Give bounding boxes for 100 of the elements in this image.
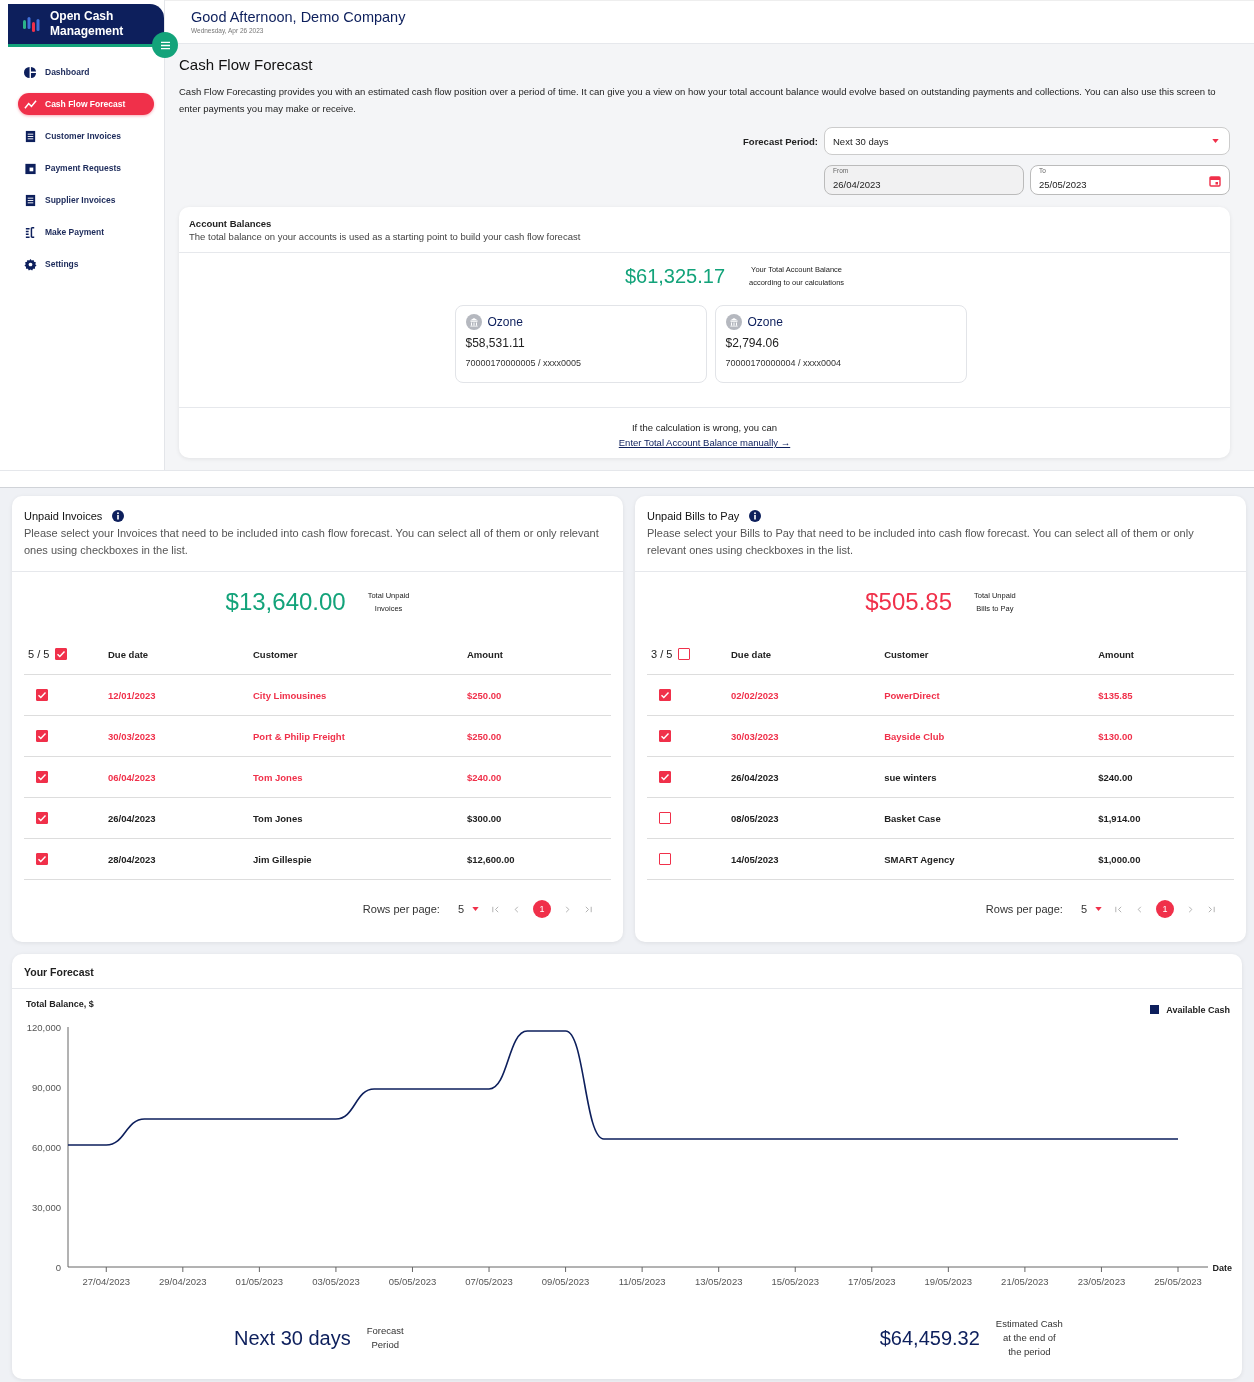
table-cell: City Limousines [253,689,327,701]
account-number: 70000170000004 / xxxx0004 [725,358,843,368]
document-icon [24,129,37,143]
column-header: Customer [253,648,298,660]
table-cell: $1,000.00 [1098,853,1141,865]
last-page-icon[interactable] [1207,904,1216,914]
caret-icon [472,907,479,911]
row-checkbox[interactable] [659,730,671,743]
column-header: Due date [731,648,772,660]
x-tick-label: 03/05/2023 [312,1276,360,1287]
card-title: Unpaid Bills to Pay [647,510,740,522]
row-checkbox[interactable] [36,771,48,784]
column-header: Customer [884,648,929,660]
calendar-icon [1209,175,1221,187]
pie-chart-icon [24,65,37,79]
row-checkbox[interactable] [659,812,671,825]
y-tick-label: 90,000 [31,1082,61,1093]
x-tick-label: 27/04/2023 [82,1276,131,1287]
table-cell: 30/03/2023 [108,730,156,742]
column-header: Amount [1098,648,1135,660]
table-cell: $130.00 [1098,730,1133,742]
estimated-cash-value: $64,459.32 [879,1326,980,1350]
legend-label: Available Cash [1166,1005,1230,1015]
forecast-period-dropdown[interactable]: Next 30 days [824,127,1230,155]
card-description: Please select your Bills to Pay that need to be included into cash flow forecast. You can select all of them or only relevant ones using checkboxes in the list. [647,526,1195,558]
table-cell: $12,600.00 [467,853,515,865]
rows-per-page-select[interactable]: 5 [1080,903,1102,915]
selected-count: 5 / 5 [28,648,50,661]
total-amount: $505.85 [865,588,953,616]
table-cell: SMART Agency [884,853,955,865]
nav-item[interactable]: Supplier Invoices [18,189,154,211]
card-title: Account Balances [189,218,273,229]
x-tick-label: 01/05/2023 [235,1276,284,1287]
table-cell: 08/05/2023 [731,812,779,824]
total-amount: $13,640.00 [225,588,346,616]
page-number-button[interactable]: 1 [1156,900,1174,918]
rows-per-page-label: Rows per page: [362,903,440,915]
table-cell: Tom Jones [253,771,303,783]
row-checkbox[interactable] [659,771,671,784]
select-all-checkbox[interactable] [678,648,691,661]
rows-per-page-label: Rows per page: [985,903,1063,915]
table-cell: $240.00 [467,771,502,783]
forecast-period-value: Next 30 days [234,1326,351,1350]
info-icon[interactable] [749,510,762,522]
account-number: 70000170000005 / xxxx0005 [465,358,583,368]
table-cell: Jim Gillespie [253,853,312,865]
x-axis-title: Date [1212,1263,1232,1273]
table-cell: 14/05/2023 [731,853,779,865]
first-page-icon[interactable] [1114,904,1123,914]
row-checkbox[interactable] [36,689,48,702]
nav-item[interactable]: Payment Requests [18,157,154,179]
estimated-cash-caption: Estimated Cash at the end of the period [995,1317,1063,1359]
select-all-checkbox[interactable] [55,648,68,661]
row-checkbox[interactable] [36,812,48,825]
x-tick-label: 23/05/2023 [1077,1276,1126,1287]
card-subtitle: The total balance on your accounts is used as a starting point to build your cash flow forecast [189,231,582,242]
caret-icon [1212,139,1219,143]
info-icon[interactable] [112,510,125,522]
app-name: Open Cash Management [50,9,125,39]
table-cell: 06/04/2023 [108,771,156,783]
row-checkbox[interactable] [36,730,48,743]
y-tick-label: 120,000 [26,1022,61,1033]
enter-balance-link[interactable]: Enter Total Account Balance manually → [618,437,791,448]
selected-count: 3 / 5 [651,648,673,661]
page-number-button[interactable]: 1 [533,900,551,918]
table-cell: Bayside Club [884,730,945,742]
x-tick-label: 19/05/2023 [924,1276,973,1287]
y-tick-label: 0 [55,1262,61,1273]
card-title: Unpaid Invoices [24,510,103,522]
rows-per-page-select[interactable]: 5 [457,903,479,915]
menu-button[interactable] [152,32,178,58]
x-tick-label: 11/05/2023 [618,1276,666,1287]
row-checkbox[interactable] [659,689,671,702]
last-page-icon[interactable] [584,904,593,914]
row-checkbox[interactable] [36,853,48,866]
account-balance: $2,794.06 [725,336,780,350]
caret-icon [1095,907,1102,911]
nav-item[interactable]: Cash Flow Forecast [18,93,154,115]
nav-item[interactable]: Dashboard [18,61,154,83]
calculation-hint: If the calculation is wrong, you can [631,422,778,433]
table-cell: $250.00 [467,730,502,742]
row-checkbox[interactable] [659,853,671,866]
table-cell: Basket Case [884,812,941,824]
y-tick-label: 30,000 [31,1202,61,1213]
first-page-icon[interactable] [491,904,500,914]
column-header: Amount [467,648,503,660]
x-tick-label: 09/05/2023 [541,1276,590,1287]
x-tick-label: 07/05/2023 [465,1276,513,1287]
account-balance: $58,531.11 [465,336,526,350]
forecast-period-label: Forecast Period: [743,135,818,147]
nav-item[interactable]: Customer Invoices [18,125,154,147]
x-tick-label: 29/04/2023 [159,1276,207,1287]
x-tick-label: 15/05/2023 [771,1276,819,1287]
table-cell: 02/02/2023 [731,689,779,701]
greeting-title: Good Afternoon, Demo Company [191,9,407,25]
nav-item[interactable]: Settings [18,253,154,275]
table-cell: PowerDirect [884,689,940,701]
table-cell: $250.00 [467,689,502,701]
y-axis-title: Total Balance, $ [26,999,94,1009]
nav-item[interactable]: Make Payment [18,221,154,243]
